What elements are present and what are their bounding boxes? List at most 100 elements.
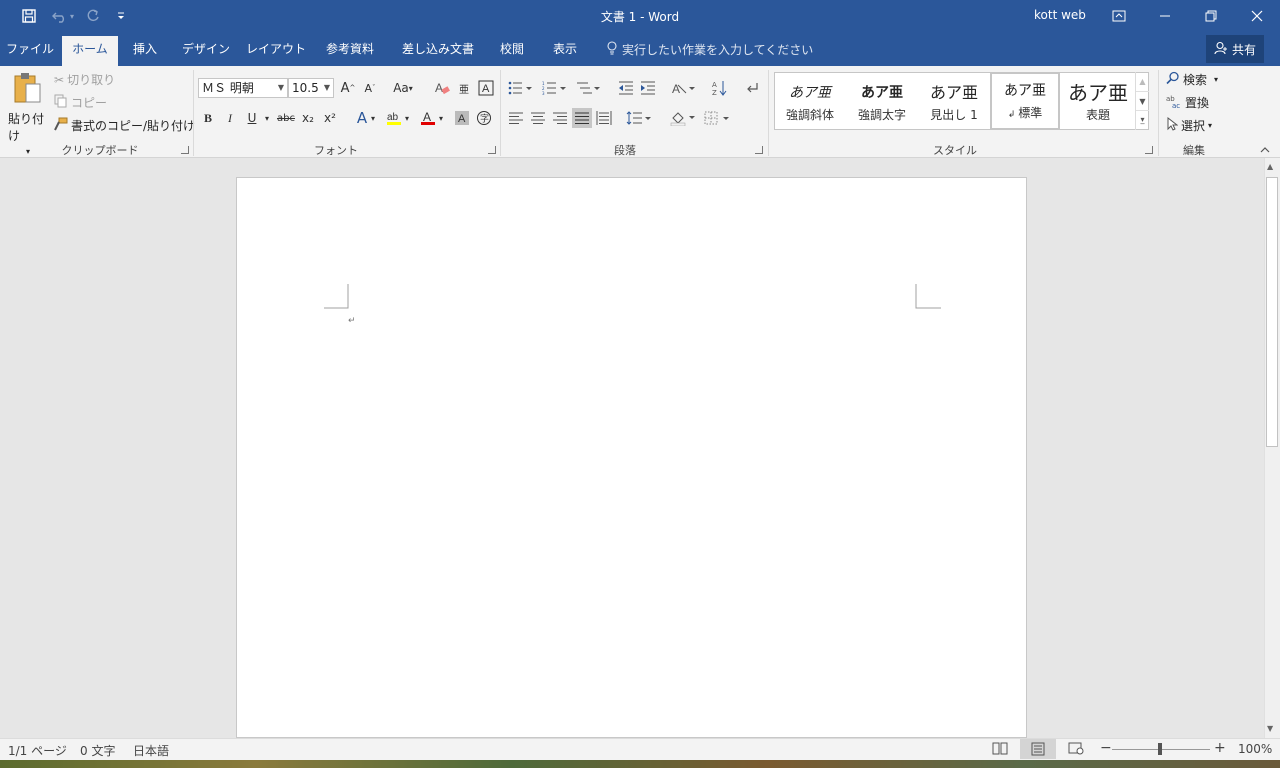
user-name[interactable]: kott web <box>1034 8 1086 22</box>
style-name: 強調太字 <box>857 108 906 122</box>
svg-text:A: A <box>712 81 717 89</box>
font-launcher-icon[interactable] <box>488 146 496 154</box>
styles-launcher-icon[interactable] <box>1145 146 1153 154</box>
zoom-slider-thumb[interactable] <box>1158 743 1162 755</box>
word-count[interactable]: 0 文字 <box>80 742 115 759</box>
clear-formatting-icon[interactable]: A <box>432 78 452 98</box>
person-icon <box>1214 41 1228 58</box>
tab-design[interactable]: デザイン <box>176 36 236 66</box>
read-mode-icon[interactable] <box>992 741 1010 757</box>
chevron-down-icon[interactable]: ▾ <box>436 108 446 128</box>
scissors-icon: ✂ <box>54 72 65 87</box>
replace-icon: ab ac <box>1166 94 1182 111</box>
grow-font-icon[interactable]: A ^ <box>338 78 358 98</box>
enclose-characters-icon[interactable]: 字 <box>474 108 494 128</box>
scroll-up-icon[interactable]: ▲ <box>1267 162 1273 171</box>
document-page[interactable]: ↵ <box>236 177 1027 738</box>
more-styles-icon[interactable]: ▾̲ <box>1136 110 1149 128</box>
strikethrough-button[interactable]: abc <box>276 108 296 128</box>
tab-view[interactable]: 表示 <box>542 36 588 66</box>
zoom-out-button[interactable]: − <box>1100 740 1112 756</box>
decrease-indent-icon[interactable] <box>616 78 636 98</box>
increase-indent-icon[interactable] <box>638 78 658 98</box>
character-border-icon[interactable]: A <box>476 78 496 98</box>
page-count[interactable]: 1/1 ページ <box>8 742 67 759</box>
copy-button[interactable]: コピー <box>54 94 107 111</box>
style-normal[interactable]: あア亜 ↲ 標準 <box>990 72 1060 130</box>
scroll-up-icon[interactable]: ▲ <box>1136 72 1149 91</box>
style-emphasis-bold[interactable]: あア亜 強調太字 <box>848 76 916 130</box>
asian-layout-icon[interactable]: A <box>670 78 698 98</box>
style-name: 見出し 1 <box>930 108 978 122</box>
clipboard-launcher-icon[interactable] <box>181 146 189 154</box>
phonetic-guide-icon[interactable]: 亜 <box>454 78 474 98</box>
chevron-down-icon[interactable] <box>112 6 130 26</box>
character-shading-icon[interactable]: A <box>452 108 472 128</box>
align-right-icon[interactable] <box>550 108 570 128</box>
numbering-icon[interactable]: 123 <box>540 78 570 98</box>
paragraph-launcher-icon[interactable] <box>755 146 763 154</box>
tab-home[interactable]: ホーム <box>62 36 118 66</box>
find-button[interactable]: 検索 ▾ <box>1166 71 1218 88</box>
scrollbar-thumb[interactable] <box>1266 177 1278 447</box>
tab-file[interactable]: ファイル <box>0 36 60 66</box>
tab-review[interactable]: 校閲 <box>492 36 532 66</box>
style-sample: あア亜 <box>1068 81 1128 105</box>
tab-layout[interactable]: レイアウト <box>244 36 308 66</box>
change-case-button[interactable]: Aa ▾ <box>388 78 418 98</box>
restore-icon[interactable] <box>1188 0 1234 32</box>
chevron-down-icon[interactable]: ▾ <box>262 108 272 128</box>
minimize-icon[interactable] <box>1142 0 1188 32</box>
align-left-icon[interactable] <box>506 108 526 128</box>
tab-insert[interactable]: 挿入 <box>122 36 168 66</box>
scroll-down-icon[interactable]: ▼ <box>1136 91 1149 110</box>
show-marks-icon[interactable] <box>742 78 762 98</box>
cut-button[interactable]: ✂ 切り取り <box>54 71 115 88</box>
chevron-down-icon[interactable]: ▾ <box>402 108 412 128</box>
multilevel-list-icon[interactable] <box>574 78 604 98</box>
justify-icon[interactable] <box>572 108 592 128</box>
underline-button[interactable]: U <box>242 108 262 128</box>
undo-icon[interactable]: ▾ <box>48 6 78 26</box>
close-icon[interactable] <box>1234 0 1280 32</box>
format-painter-button[interactable]: 書式のコピー/貼り付け <box>54 117 195 134</box>
save-icon[interactable] <box>18 6 40 26</box>
web-layout-icon[interactable] <box>1068 741 1086 757</box>
ribbon-display-options-icon[interactable] <box>1096 0 1142 32</box>
bullets-icon[interactable] <box>506 78 536 98</box>
font-name-combo[interactable]: ＭＳ 明朝 ▼ <box>198 78 288 98</box>
collapse-ribbon-icon[interactable] <box>1259 144 1271 154</box>
shrink-font-icon[interactable]: Aˇ <box>360 78 380 98</box>
sort-icon[interactable]: AZ <box>710 78 730 98</box>
language[interactable]: 日本語 <box>133 742 169 759</box>
print-layout-icon[interactable] <box>1020 739 1056 759</box>
font-color-icon[interactable]: A <box>418 108 438 128</box>
svg-text:ac: ac <box>1172 102 1180 108</box>
scroll-down-icon[interactable]: ▼ <box>1267 724 1273 733</box>
borders-icon[interactable] <box>702 108 732 128</box>
style-heading-1[interactable]: あア亜 見出し 1 <box>920 76 988 130</box>
tab-mailings[interactable]: 差し込み文書 <box>392 36 484 66</box>
chevron-down-icon[interactable]: ▾ <box>368 108 378 128</box>
font-size-combo[interactable]: 10.5 ▼ <box>288 78 334 98</box>
tell-me-search[interactable]: 実行したい作業を入力してください <box>606 41 813 58</box>
highlight-icon[interactable]: ab <box>384 108 404 128</box>
shading-icon[interactable] <box>668 108 698 128</box>
select-button[interactable]: 選択 ▾ <box>1166 116 1212 134</box>
line-spacing-icon[interactable] <box>624 108 654 128</box>
select-label: 選択 <box>1181 119 1206 133</box>
distributed-icon[interactable] <box>594 108 614 128</box>
bold-button[interactable]: B <box>198 108 218 128</box>
tab-references[interactable]: 参考資料 <box>316 36 384 66</box>
italic-button[interactable]: I <box>220 108 240 128</box>
share-button[interactable]: 共有 <box>1206 35 1264 63</box>
align-center-icon[interactable] <box>528 108 548 128</box>
style-title[interactable]: あア亜 表題 <box>1064 76 1132 130</box>
replace-button[interactable]: ab ac 置換 <box>1166 94 1209 111</box>
superscript-button[interactable]: x² <box>320 108 340 128</box>
redo-icon[interactable] <box>82 6 104 26</box>
subscript-button[interactable]: x₂ <box>298 108 318 128</box>
zoom-level[interactable]: 100% <box>1238 742 1272 756</box>
style-emphasis-italic[interactable]: あア亜 強調斜体 <box>776 76 844 130</box>
zoom-in-button[interactable]: + <box>1214 740 1226 756</box>
